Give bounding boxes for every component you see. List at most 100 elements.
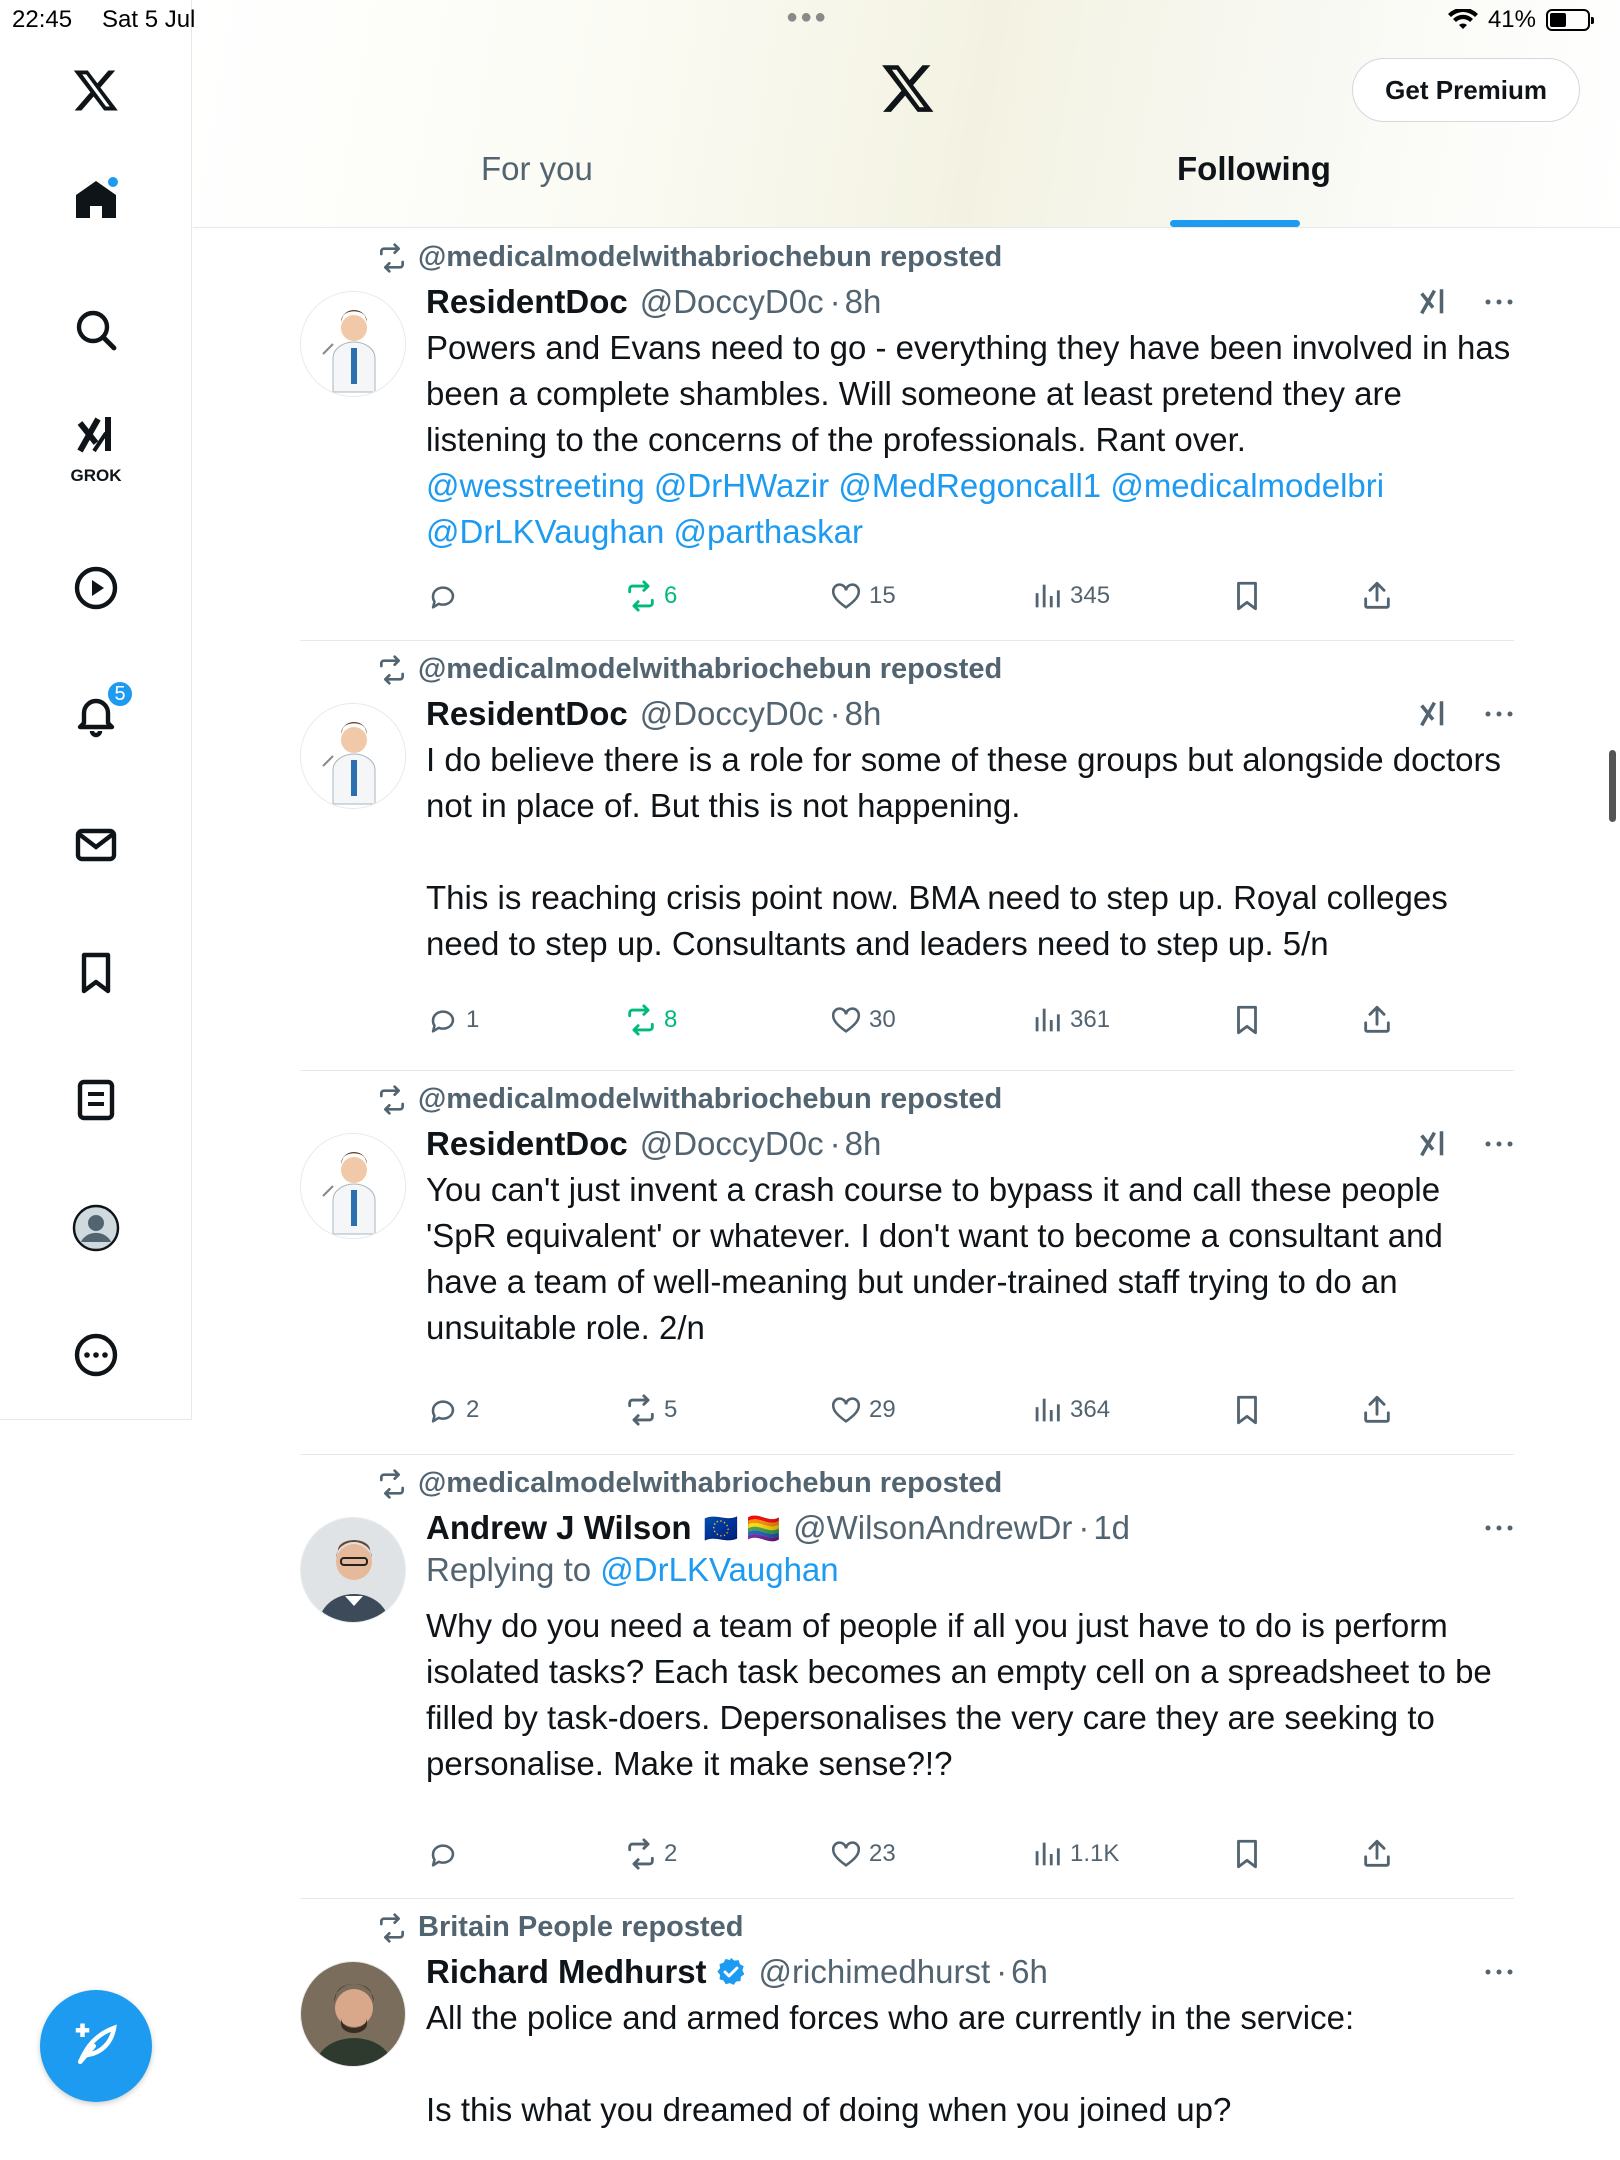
reply-icon [431, 1010, 455, 1033]
grok-icon[interactable] [1416, 1127, 1450, 1161]
x-logo-center[interactable] [880, 60, 936, 121]
more-options-icon[interactable] [1484, 1139, 1514, 1149]
repost-button[interactable]: 8 [624, 1003, 677, 1037]
reply-button[interactable] [426, 1837, 466, 1871]
tweet-mentions[interactable]: @wesstreeting @DrHWazir @MedRegoncall1 @… [426, 463, 1514, 509]
tweet-time[interactable]: 8h [845, 695, 882, 733]
reply-button[interactable] [426, 579, 466, 613]
sidebar-item-search[interactable] [0, 285, 192, 375]
author-handle[interactable]: @WilsonAndrewDr [793, 1509, 1072, 1547]
more-options-icon[interactable] [1484, 297, 1514, 307]
author-name[interactable]: Andrew J Wilson [426, 1509, 692, 1547]
tweet-header-icons [1416, 1127, 1514, 1161]
tweet-time[interactable]: 8h [845, 1125, 882, 1163]
repost-button[interactable]: 6 [624, 579, 677, 613]
tweet-time[interactable]: 6h [1011, 1953, 1048, 1991]
author-name[interactable]: ResidentDoc [426, 695, 628, 733]
tweet-actions: 1 8 30 361 [426, 1003, 1514, 1043]
multitasking-dots-icon[interactable]: ●●● [786, 6, 828, 29]
like-button[interactable]: 15 [829, 579, 896, 613]
bookmark-button[interactable] [1230, 1393, 1264, 1427]
more-options-icon[interactable] [1484, 1523, 1514, 1533]
tweet-time[interactable]: 1d [1093, 1509, 1130, 1547]
tweet-text-paragraph: I do believe there is a role for some of… [426, 741, 1501, 824]
author-name[interactable]: Richard Medhurst [426, 1953, 707, 1991]
author-name[interactable]: ResidentDoc [426, 283, 628, 321]
views-button[interactable]: 361 [1030, 1003, 1110, 1037]
verified-badge-icon [716, 1958, 744, 1985]
reply-button[interactable]: 1 [426, 1003, 479, 1037]
tweet-content: Andrew J Wilson 🇪🇺 🏳️‍🌈 @WilsonAndrewDr … [426, 1509, 1514, 1787]
reply-icon [431, 1400, 455, 1423]
avatar[interactable] [300, 703, 406, 809]
sidebar-item-profile[interactable] [0, 1183, 192, 1273]
sidebar-item-bookmarks[interactable] [0, 928, 192, 1018]
avatar[interactable] [300, 1133, 406, 1239]
feather-plus-icon [75, 2023, 117, 2064]
author-handle[interactable]: @DoccyD0c [640, 283, 824, 321]
separator-dot: · [829, 283, 841, 320]
sidebar-item-video[interactable] [0, 543, 192, 633]
author-handle[interactable]: @DoccyD0c [640, 1125, 824, 1163]
tweet-mentions[interactable]: @DrLKVaughan @parthaskar [426, 509, 1514, 555]
reply-button[interactable]: 2 [426, 1393, 479, 1427]
tweet[interactable]: @medicalmodelwithabriochebun reposted An… [300, 1455, 1514, 1899]
sidebar-item-messages[interactable] [0, 800, 192, 890]
share-button[interactable] [1360, 1393, 1394, 1427]
tweet[interactable]: @medicalmodelwithabriochebun reposted Re… [300, 1071, 1514, 1455]
replying-to-handle[interactable]: @DrLKVaughan [600, 1551, 838, 1588]
tweet-time[interactable]: 8h [845, 283, 882, 321]
sidebar-x-logo[interactable] [0, 45, 192, 135]
bookmark-button[interactable] [1230, 1837, 1264, 1871]
heart-icon [831, 1841, 861, 1867]
author-handle[interactable]: @DoccyD0c [640, 695, 824, 733]
grok-icon[interactable] [1416, 697, 1450, 731]
avatar[interactable] [300, 291, 406, 397]
repost-by: Britain People reposted [418, 1911, 744, 1943]
tweet-text: All the police and armed forces who are … [426, 1995, 1514, 2133]
like-button[interactable]: 29 [829, 1393, 896, 1427]
bookmark-button[interactable] [1230, 1003, 1264, 1037]
get-premium-button[interactable]: Get Premium [1352, 58, 1580, 122]
avatar[interactable] [300, 1517, 406, 1623]
tweet-content: ResidentDoc @DoccyD0c · 8h Powers and Ev… [426, 283, 1514, 555]
sidebar-item-grok[interactable]: GROK [0, 400, 192, 490]
repost-button[interactable]: 2 [624, 1837, 677, 1871]
more-options-icon[interactable] [1484, 709, 1514, 719]
views-button[interactable]: 364 [1030, 1393, 1110, 1427]
tweet[interactable]: @medicalmodelwithabriochebun reposted Re… [300, 641, 1514, 1071]
views-chart-icon [1035, 1398, 1060, 1422]
author-handle[interactable]: @richimedhurst [759, 1953, 991, 1991]
view-count: 364 [1070, 1396, 1111, 1423]
repost-icon [380, 242, 404, 273]
tab-following[interactable]: Following [1177, 150, 1331, 188]
avatar[interactable] [300, 1961, 406, 2067]
views-button[interactable]: 1.1K [1030, 1837, 1119, 1871]
share-button[interactable] [1360, 1003, 1394, 1037]
mail-icon [75, 828, 117, 862]
sidebar-item-notifications[interactable]: 5 [0, 670, 192, 760]
repost-button[interactable]: 5 [624, 1393, 677, 1427]
tweet[interactable]: Britain People reposted Richard Medhurst… [300, 1899, 1514, 2159]
views-button[interactable]: 345 [1030, 579, 1110, 613]
reply-count: 1 [466, 1006, 480, 1033]
like-button[interactable]: 30 [829, 1003, 896, 1037]
grok-icon[interactable] [1416, 285, 1450, 319]
like-button[interactable]: 23 [829, 1837, 896, 1871]
like-count: 29 [869, 1396, 896, 1423]
share-button[interactable] [1360, 579, 1394, 613]
sidebar-item-home[interactable] [0, 155, 192, 245]
compose-post-button[interactable] [40, 1990, 152, 2102]
scrollbar[interactable] [1609, 750, 1616, 822]
sidebar-item-more[interactable] [0, 1310, 192, 1400]
tweet[interactable]: @medicalmodelwithabriochebun reposted Re… [300, 229, 1514, 641]
share-button[interactable] [1360, 1837, 1394, 1871]
views-chart-icon [1035, 1842, 1060, 1866]
more-options-icon[interactable] [1484, 1967, 1514, 1977]
repost-icon [380, 1084, 404, 1115]
author-name[interactable]: ResidentDoc [426, 1125, 628, 1163]
sidebar-item-lists[interactable] [0, 1055, 192, 1145]
tab-for-you[interactable]: For you [481, 150, 593, 188]
bookmark-button[interactable] [1230, 579, 1264, 613]
active-tab-indicator [1170, 220, 1300, 227]
